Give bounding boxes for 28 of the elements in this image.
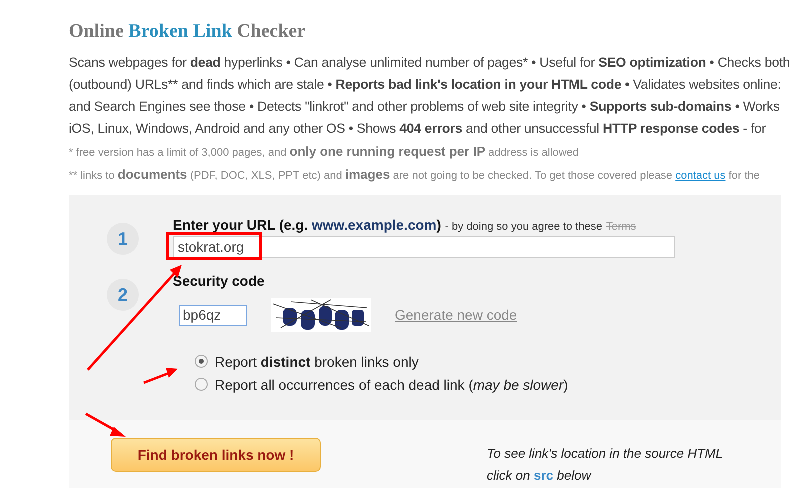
option-label: Report distinct broken links only bbox=[215, 354, 419, 370]
src-link[interactable]: src bbox=[534, 468, 554, 483]
step-number: 1 bbox=[107, 223, 139, 255]
radio-button[interactable] bbox=[195, 355, 208, 368]
terms-note: - by doing so you agree to these bbox=[445, 221, 602, 233]
field-label: Enter your URL (e.g. www.example.com) bbox=[173, 217, 442, 233]
radio-button[interactable] bbox=[195, 378, 208, 391]
terms-link[interactable]: Terms bbox=[606, 221, 636, 233]
description-line: (outbound) URLs** and finds which are stale • Reports bad link's location in your HTML code • Validates websites online: bbox=[69, 76, 782, 94]
hint-text: below bbox=[557, 468, 592, 483]
generate-code-link[interactable]: Generate new code bbox=[395, 307, 518, 323]
page-title: Online Broken Link Checker bbox=[68, 20, 307, 44]
footnote: for the bbox=[728, 170, 760, 182]
contact-link[interactable]: contact us bbox=[676, 170, 726, 182]
url-input[interactable]: stokrat.org bbox=[173, 236, 675, 258]
field-label: Security code bbox=[173, 273, 266, 289]
option-label: Report all occurrences of each dead link (may be slower) bbox=[215, 376, 568, 392]
description-line: and Search Engines see those • Detects "linkrot" and other problems of web site integrity • Supports sub-domains • Works bbox=[69, 98, 781, 116]
footnote: ** links to documents (PDF, DOC, XLS, PPT etc) and images are not going to be checked. To get those covered please bbox=[69, 170, 673, 182]
hint-text: To see link's location in the source HTML bbox=[487, 445, 724, 463]
find-button[interactable]: Find broken links now ! bbox=[111, 438, 321, 472]
arrow-drawing bbox=[85, 412, 126, 437]
step-number: 2 bbox=[107, 279, 139, 311]
description-line: Scans webpages for dead hyperlinks • Can analyse unlimited number of pages* • Useful for SEO optimization • Checks both bbox=[69, 54, 791, 72]
hint-text: click on bbox=[487, 468, 530, 483]
footnote: * free version has a limit of 3,000 pages, and only one running request per IP address is allowed bbox=[69, 147, 580, 159]
security-code-input[interactable]: bp6qz bbox=[179, 304, 247, 326]
description-line: iOS, Linux, Windows, Android and any other OS • Shows 404 errors and other unsuccessful HTTP response codes - for bbox=[69, 120, 768, 138]
